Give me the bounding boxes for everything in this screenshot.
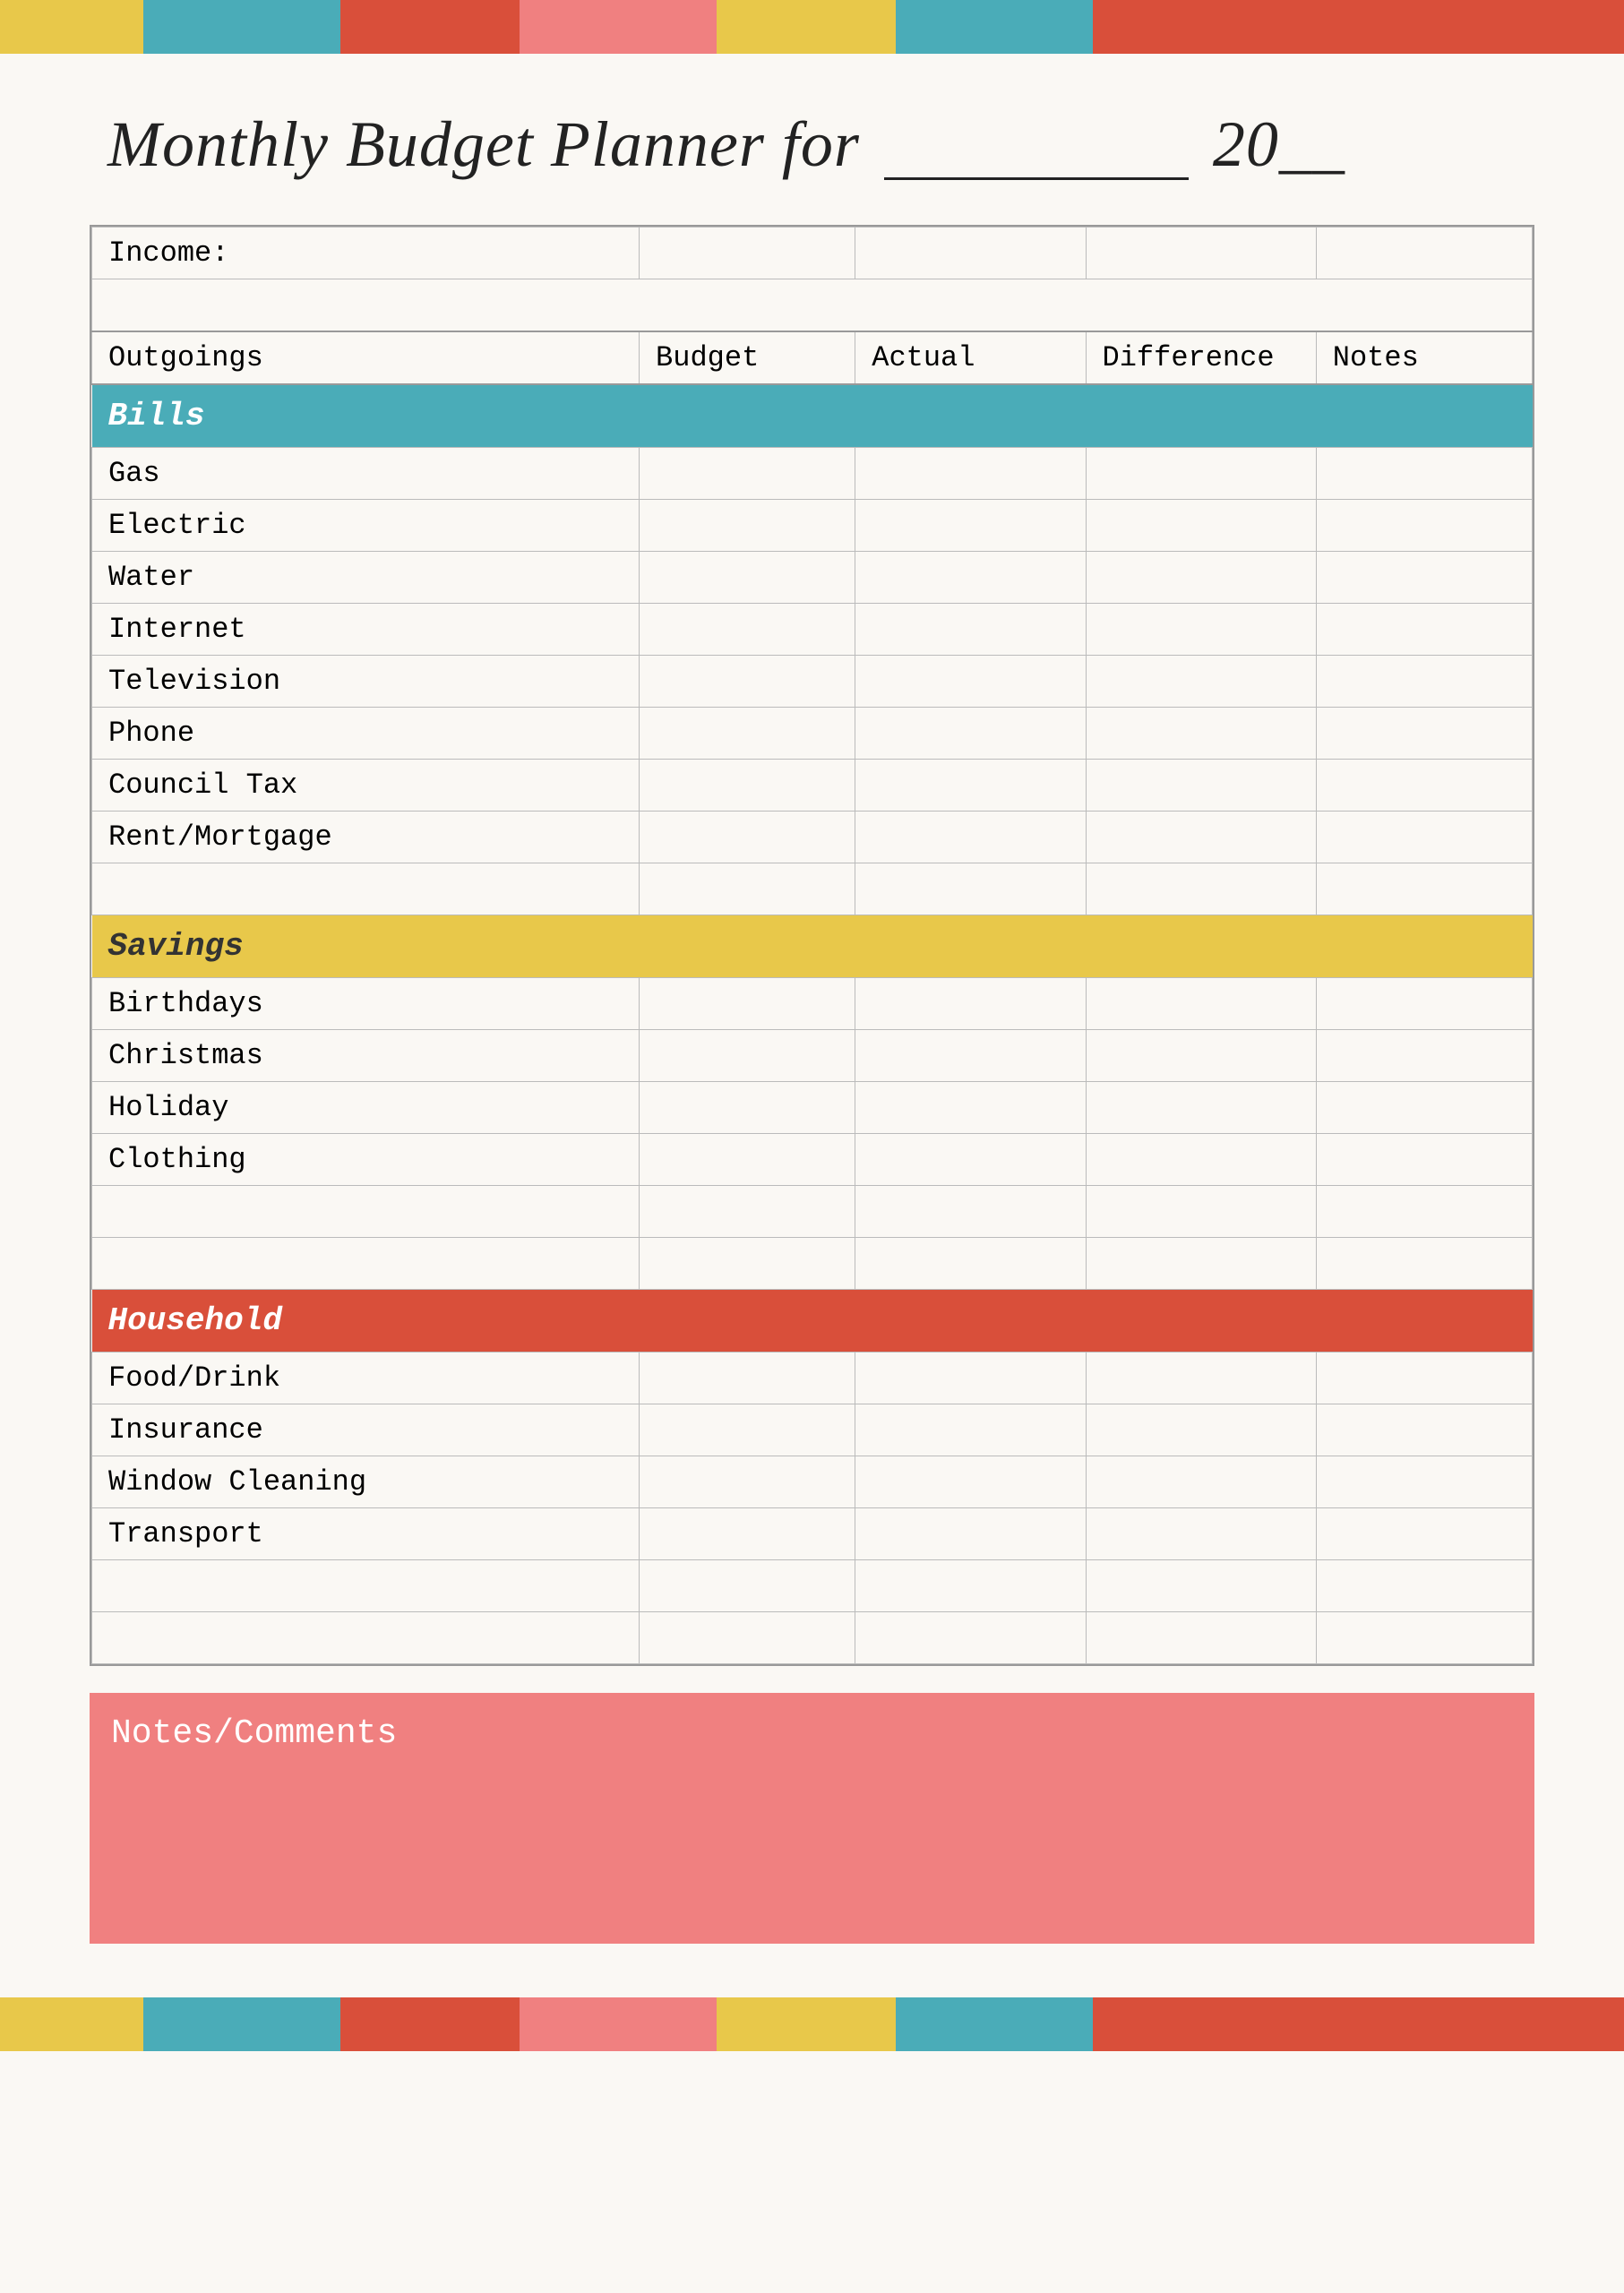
section-header-bills: Bills xyxy=(92,384,1533,448)
row-phone: Phone xyxy=(92,707,1533,759)
top-color-bars xyxy=(0,0,1624,54)
label-rent-mortgage: Rent/Mortgage xyxy=(92,811,640,863)
bottom-bar-5 xyxy=(717,1997,896,2051)
row-electric: Electric xyxy=(92,499,1533,551)
budget-table: Income: Outgoings Budget Actual Differen… xyxy=(91,227,1533,1664)
bar-6 xyxy=(896,0,1093,54)
bottom-bar-2 xyxy=(143,1997,340,2051)
income-actual xyxy=(855,228,1086,279)
row-water: Water xyxy=(92,551,1533,603)
bar-2 xyxy=(143,0,340,54)
row-holiday: Holiday xyxy=(92,1081,1533,1133)
title-year: 20__ xyxy=(1213,108,1345,180)
page: Monthly Budget Planner for 20__ Income: … xyxy=(0,0,1624,2293)
column-header-row: Outgoings Budget Actual Difference Notes xyxy=(92,331,1533,384)
row-council-tax: Council Tax xyxy=(92,759,1533,811)
bills-label: Bills xyxy=(92,384,1533,448)
income-diff xyxy=(1086,228,1316,279)
col-header-outgoings: Outgoings xyxy=(92,331,640,384)
label-water: Water xyxy=(92,551,640,603)
bar-4 xyxy=(520,0,717,54)
bar-5 xyxy=(717,0,896,54)
page-title: Monthly Budget Planner for 20__ xyxy=(107,107,1517,189)
section-header-savings: Savings xyxy=(92,915,1533,977)
income-notes xyxy=(1316,228,1532,279)
row-internet: Internet xyxy=(92,603,1533,655)
income-budget xyxy=(640,228,855,279)
title-section: Monthly Budget Planner for 20__ xyxy=(0,54,1624,225)
row-birthdays: Birthdays xyxy=(92,977,1533,1029)
household-empty-row-1 xyxy=(92,1559,1533,1611)
bottom-color-bars xyxy=(0,1997,1624,2051)
row-christmas: Christmas xyxy=(92,1029,1533,1081)
notes-section: Notes/Comments xyxy=(90,1693,1534,1944)
row-rent-mortgage: Rent/Mortgage xyxy=(92,811,1533,863)
label-electric: Electric xyxy=(92,499,640,551)
col-header-difference: Difference xyxy=(1086,331,1316,384)
title-main: Monthly Budget Planner for xyxy=(107,108,860,180)
budget-table-container: Income: Outgoings Budget Actual Differen… xyxy=(90,225,1534,1666)
section-header-household: Household xyxy=(92,1289,1533,1352)
label-clothing: Clothing xyxy=(92,1133,640,1185)
spacer-row-1 xyxy=(92,279,1533,331)
label-television: Television xyxy=(92,655,640,707)
bottom-bar-3 xyxy=(340,1997,520,2051)
label-insurance: Insurance xyxy=(92,1404,640,1456)
row-food-drink: Food/Drink xyxy=(92,1352,1533,1404)
col-header-actual: Actual xyxy=(855,331,1086,384)
household-empty-row-2 xyxy=(92,1611,1533,1663)
row-gas: Gas xyxy=(92,447,1533,499)
row-transport: Transport xyxy=(92,1507,1533,1559)
income-label: Income: xyxy=(92,228,640,279)
label-window-cleaning: Window Cleaning xyxy=(92,1456,640,1507)
bar-7 xyxy=(1093,0,1624,54)
bottom-bar-6 xyxy=(896,1997,1093,2051)
col-header-notes: Notes xyxy=(1316,331,1532,384)
label-food-drink: Food/Drink xyxy=(92,1352,640,1404)
household-label: Household xyxy=(92,1289,1533,1352)
savings-empty-row-1 xyxy=(92,1185,1533,1237)
col-header-budget: Budget xyxy=(640,331,855,384)
row-television: Television xyxy=(92,655,1533,707)
notes-title: Notes/Comments xyxy=(111,1714,1513,1753)
label-birthdays: Birthdays xyxy=(92,977,640,1029)
row-window-cleaning: Window Cleaning xyxy=(92,1456,1533,1507)
bottom-bar-4 xyxy=(520,1997,717,2051)
bottom-bar-1 xyxy=(0,1997,143,2051)
label-gas: Gas xyxy=(92,447,640,499)
bottom-bar-7 xyxy=(1093,1997,1624,2051)
label-transport: Transport xyxy=(92,1507,640,1559)
label-internet: Internet xyxy=(92,603,640,655)
label-phone: Phone xyxy=(92,707,640,759)
label-christmas: Christmas xyxy=(92,1029,640,1081)
label-council-tax: Council Tax xyxy=(92,759,640,811)
bar-3 xyxy=(340,0,520,54)
title-name-line xyxy=(884,103,1189,180)
label-holiday: Holiday xyxy=(92,1081,640,1133)
income-row: Income: xyxy=(92,228,1533,279)
bar-1 xyxy=(0,0,143,54)
bills-empty-row xyxy=(92,863,1533,915)
row-insurance: Insurance xyxy=(92,1404,1533,1456)
savings-label: Savings xyxy=(92,915,1533,977)
savings-empty-row-2 xyxy=(92,1237,1533,1289)
row-clothing: Clothing xyxy=(92,1133,1533,1185)
